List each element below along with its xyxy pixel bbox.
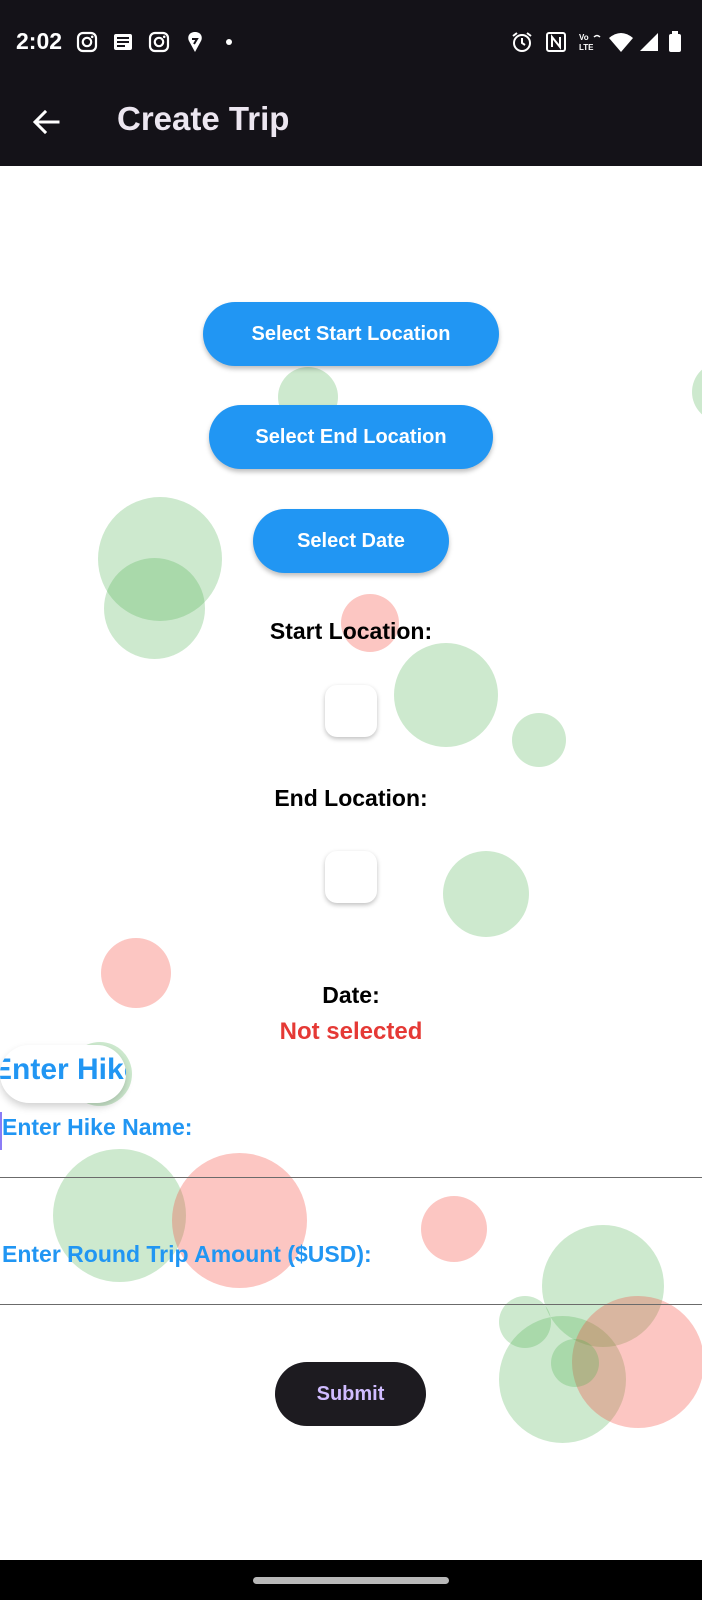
submit-button[interactable]: Submit — [275, 1362, 426, 1426]
bubble — [499, 1316, 626, 1443]
news-icon — [114, 34, 132, 50]
arrow-back-icon[interactable] — [28, 104, 64, 140]
select-date-button[interactable]: Select Date — [253, 509, 449, 573]
alarm-icon — [512, 32, 532, 52]
page-title: Create Trip — [117, 100, 290, 137]
end-location-label: End Location: — [274, 785, 428, 811]
volte-icon: VoLTE — [579, 33, 601, 52]
navigation-bar — [0, 1560, 702, 1600]
battery-icon — [669, 31, 681, 52]
bubble — [692, 362, 702, 422]
home-gesture-handle[interactable] — [253, 1577, 449, 1584]
marquee-text: Enter Hike — [0, 1053, 126, 1086]
bubble — [98, 497, 222, 621]
hike-name-label: Enter Hike Name: — [2, 1114, 193, 1140]
start-location-label: Start Location: — [269, 618, 433, 644]
bubble — [394, 643, 498, 747]
date-value: Not selected — [279, 1018, 423, 1045]
start-location-value — [325, 685, 377, 737]
wifi-icon — [609, 33, 633, 52]
round-trip-amount-label: Enter Round Trip Amount ($USD): — [2, 1241, 372, 1267]
hike-name-field[interactable]: Enter Hike Name: — [0, 1112, 702, 1178]
hike-name-underline — [0, 1177, 702, 1178]
round-trip-amount-underline — [0, 1304, 702, 1305]
instagram-icon — [148, 31, 170, 53]
bubble — [572, 1296, 702, 1428]
signal-icon — [640, 33, 658, 51]
swiggy-icon — [188, 32, 202, 52]
status-time: 2:02 — [16, 28, 63, 54]
round-trip-amount-field[interactable]: Enter Round Trip Amount ($USD): — [0, 1241, 702, 1305]
svg-text:LTE: LTE — [579, 43, 594, 52]
bubble — [443, 851, 529, 937]
bubble — [512, 713, 566, 767]
instagram-icon — [76, 31, 98, 53]
date-label: Date: — [322, 982, 380, 1008]
select-end-location-button[interactable]: Select End Location — [209, 405, 493, 469]
dot-icon — [226, 39, 232, 45]
end-location-value — [325, 851, 377, 903]
svg-text:Vo: Vo — [579, 33, 589, 42]
app-bar: Create Trip — [0, 88, 702, 166]
bubble — [551, 1339, 599, 1387]
select-start-location-button[interactable]: Select Start Location — [203, 302, 499, 366]
status-bar: 2:02 Vo LTE — [0, 0, 702, 88]
nfc-icon — [546, 32, 566, 52]
marquee-chip: Enter Hike — [0, 1045, 126, 1103]
